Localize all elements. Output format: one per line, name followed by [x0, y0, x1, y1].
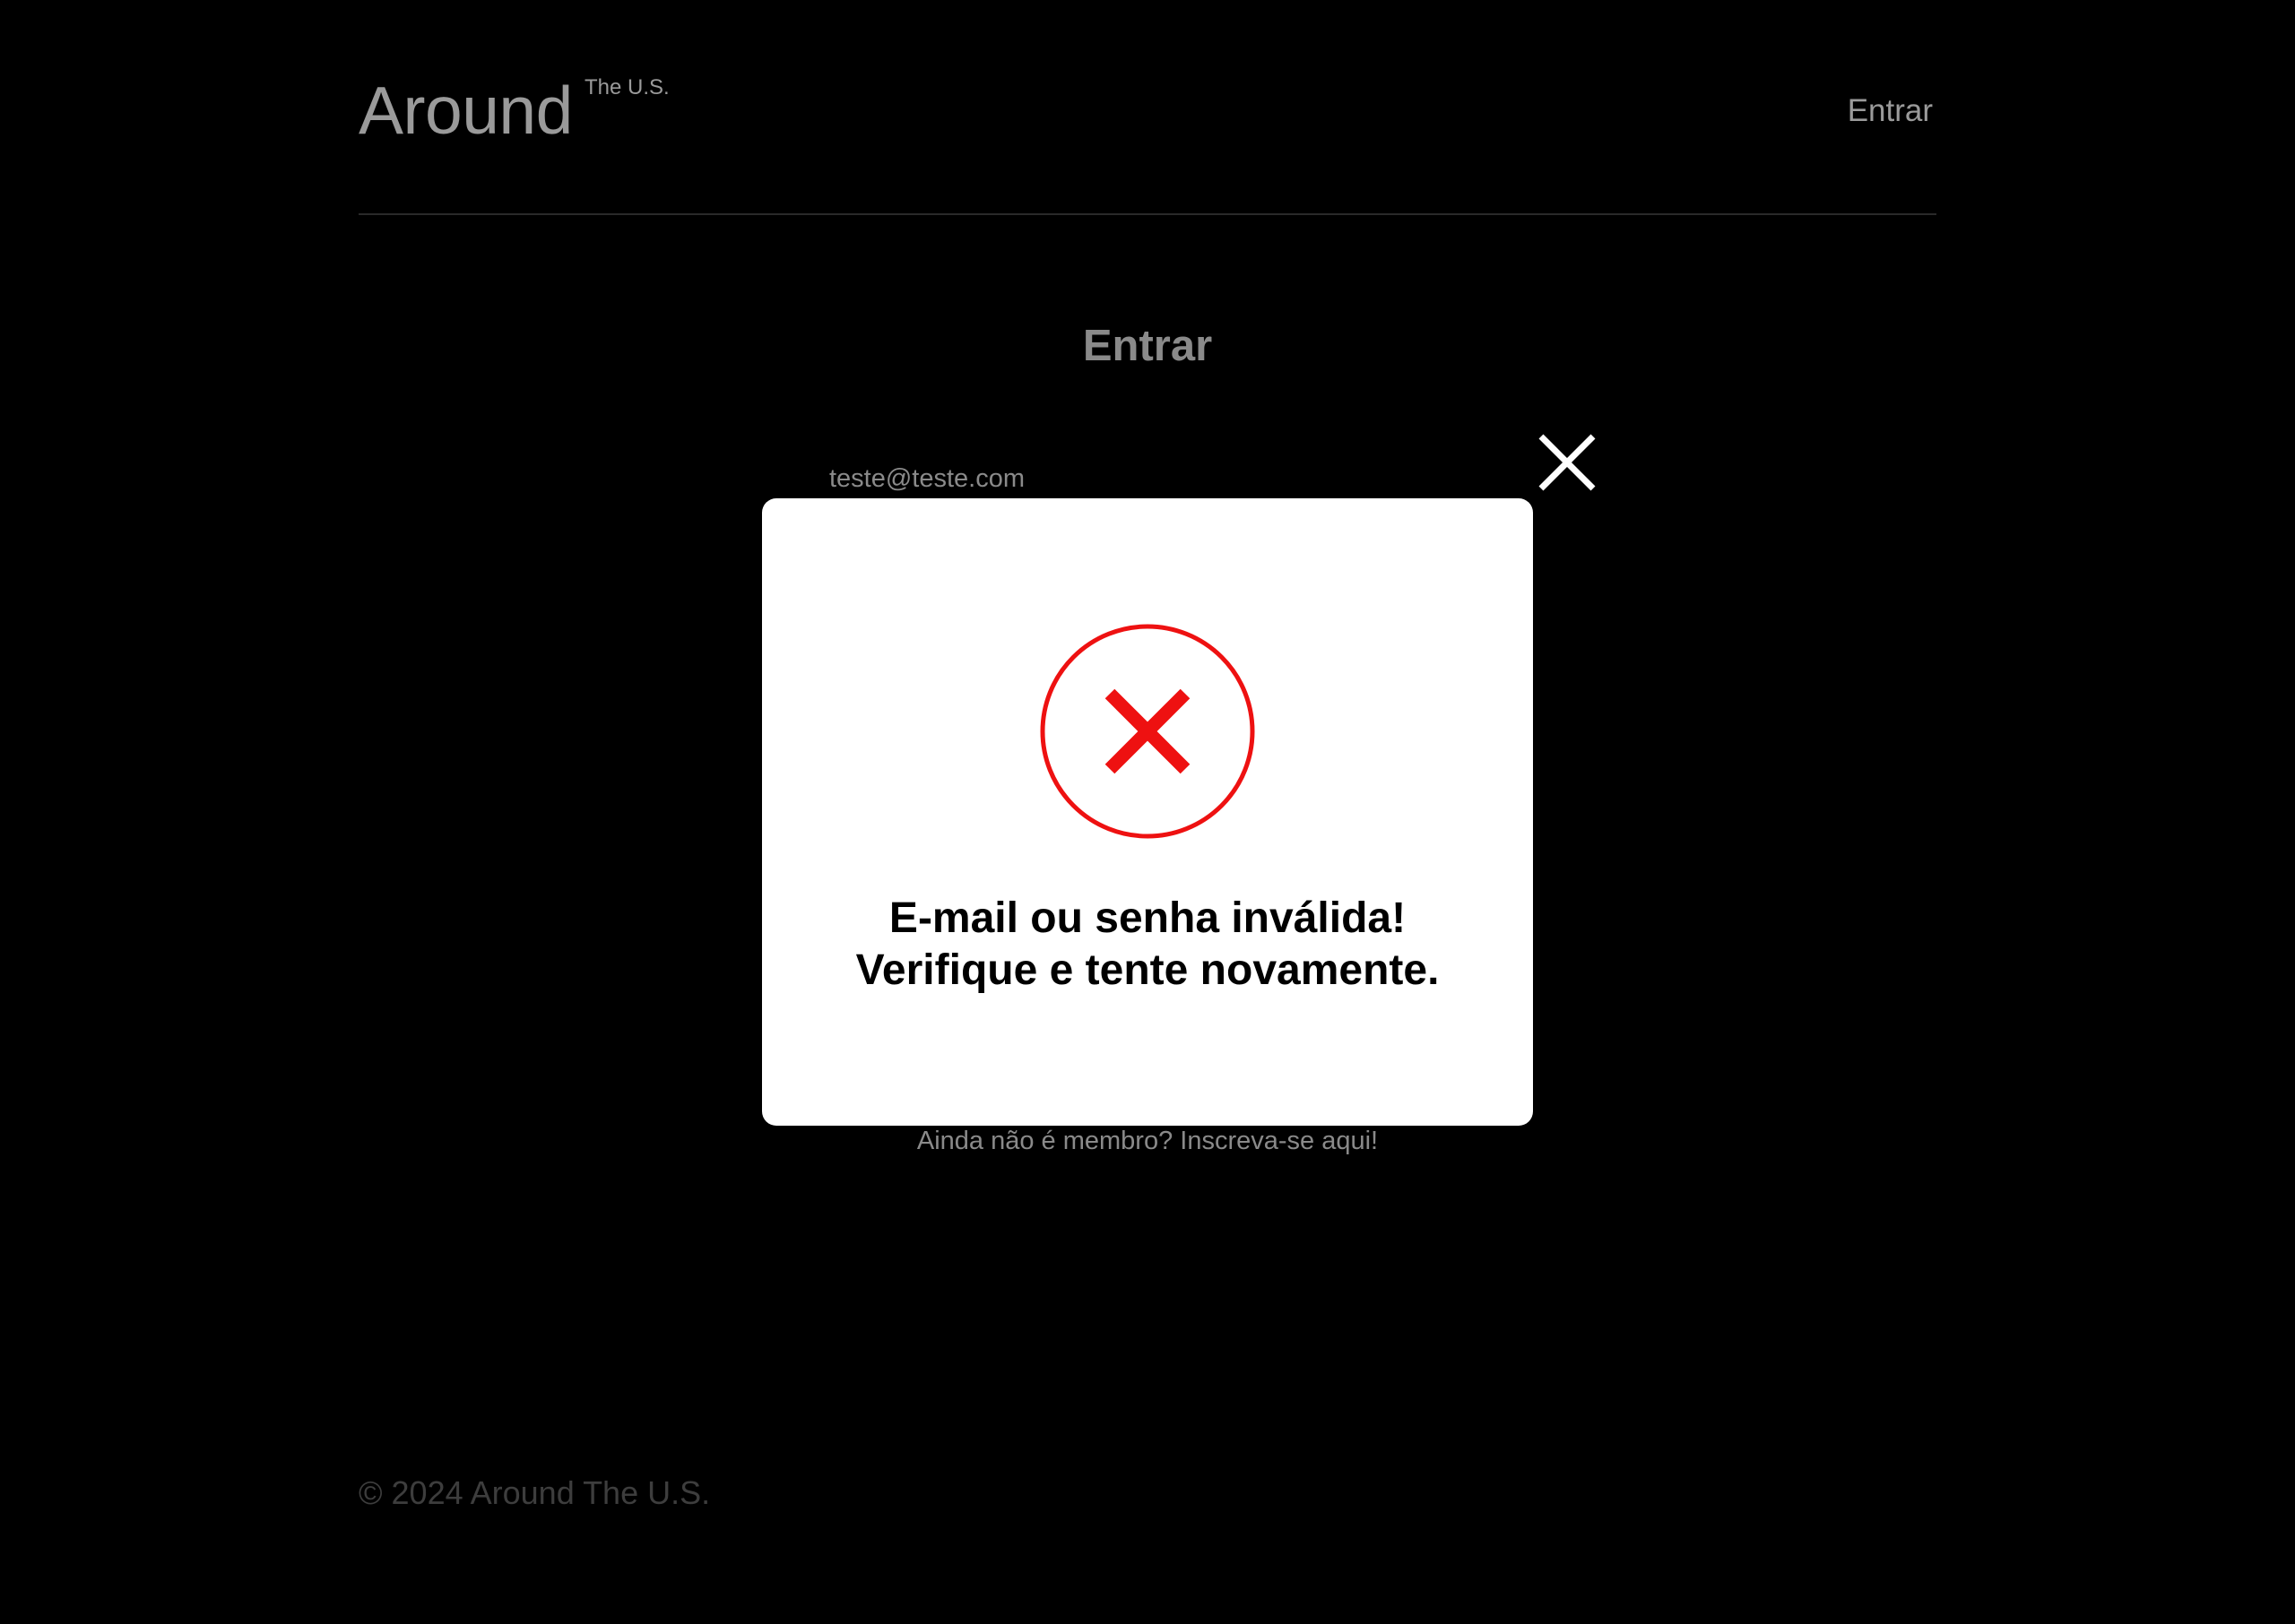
error-message: E-mail ou senha inválida! Verifique e te…	[762, 893, 1533, 997]
footer-copyright: © 2024 Around The U.S.	[359, 1474, 711, 1511]
header: Around The U.S. Entrar	[359, 0, 1936, 215]
close-icon[interactable]	[1537, 433, 1597, 492]
signup-link[interactable]: Ainda não é membro? Inscreva-se aqui!	[0, 1126, 2295, 1157]
logo: Around	[359, 73, 573, 148]
error-x-circle-icon	[1040, 624, 1255, 839]
error-message-line-2: Verifique e tente novamente.	[855, 946, 1440, 994]
form-title: Entrar	[1082, 322, 1213, 370]
error-modal: E-mail ou senha inválida! Verifique e te…	[762, 498, 1533, 1126]
page: Around The U.S. Entrar Entrar teste@test…	[0, 0, 2295, 1624]
email-field[interactable]: teste@teste.com	[829, 463, 1466, 495]
logo-superscript: The U.S.	[585, 75, 670, 99]
error-message-line-1: E-mail ou senha inválida!	[888, 894, 1407, 942]
header-login-link[interactable]: Entrar	[1848, 95, 1933, 126]
